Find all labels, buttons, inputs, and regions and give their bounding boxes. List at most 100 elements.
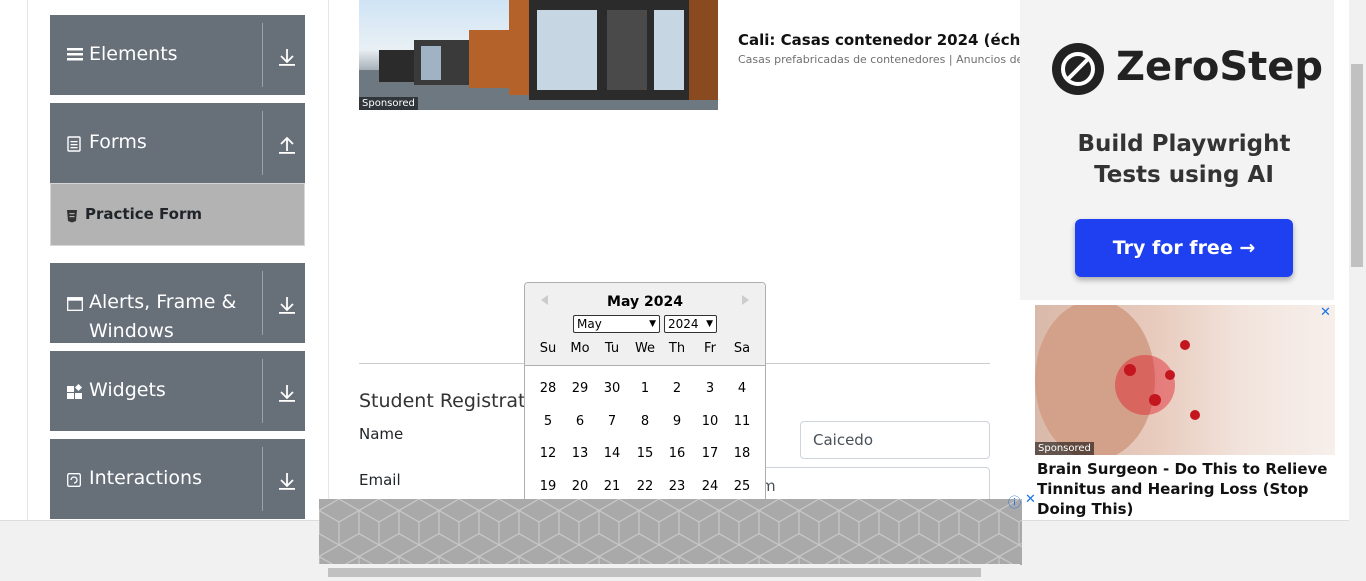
zerostep-logo-icon: [1052, 43, 1104, 95]
calendar-day[interactable]: 3: [694, 381, 726, 396]
sidebar-group-label: Alerts, Frame &: [89, 291, 237, 313]
chevron-down-icon: ▼: [649, 319, 656, 329]
calendar-day[interactable]: 7: [596, 414, 628, 429]
download-arrow-icon[interactable]: [278, 471, 296, 491]
calendar-day[interactable]: 28: [532, 381, 564, 396]
sidebar-item-practice-form[interactable]: Practice Form: [50, 183, 305, 246]
calendar-day[interactable]: 23: [661, 479, 693, 494]
download-arrow-icon[interactable]: [278, 383, 296, 403]
sidebar-border-right: [328, 0, 329, 520]
calendar-day[interactable]: 21: [596, 479, 628, 494]
divider: [262, 359, 263, 423]
name-label: Name: [359, 425, 404, 443]
download-arrow-icon[interactable]: [278, 47, 296, 67]
weekday-label: Fr: [704, 341, 716, 356]
widgets-icon: [67, 383, 83, 404]
info-icon[interactable]: ⓘ: [1008, 492, 1021, 511]
calendar-day[interactable]: 30: [596, 381, 628, 396]
year-select[interactable]: 2024 ▼: [664, 315, 717, 333]
sidebar-group-elements[interactable]: Elements: [50, 15, 305, 95]
month-select[interactable]: May ▼: [573, 315, 660, 333]
close-icon[interactable]: ✕: [1025, 492, 1036, 507]
last-name-input[interactable]: Caicedo: [800, 421, 990, 459]
sidebar-group-label: Widgets: [89, 379, 166, 401]
calendar-day[interactable]: 16: [661, 446, 693, 461]
sidebar-group-label: Interactions: [89, 467, 202, 489]
next-month-icon[interactable]: [742, 295, 749, 305]
divider: [262, 271, 263, 335]
calendar-day[interactable]: 17: [694, 446, 726, 461]
calendar-day[interactable]: 19: [532, 479, 564, 494]
ad-image[interactable]: Sponsored: [1035, 305, 1335, 455]
face-illustration: [1035, 305, 1200, 455]
sidebar-group-label-line2: Windows: [89, 320, 174, 342]
calendar-day[interactable]: 29: [564, 381, 596, 396]
calendar-day[interactable]: 18: [726, 446, 758, 461]
divider: [262, 447, 263, 511]
ad-subtitle[interactable]: Casas prefabricadas de contenedores | An…: [738, 53, 1020, 66]
calendar-day[interactable]: 8: [629, 414, 661, 429]
sidebar-group-forms[interactable]: Forms: [50, 103, 305, 183]
sidebar-item-label: Practice Form: [85, 205, 202, 223]
ad-title[interactable]: Brain Surgeon - Do This to Relieve Tinni…: [1037, 459, 1337, 519]
calendar-day[interactable]: 20: [564, 479, 596, 494]
upload-arrow-icon[interactable]: [278, 135, 296, 155]
sidebar-group-label: Elements: [89, 43, 178, 65]
sidebar-group-interactions[interactable]: Interactions: [50, 439, 305, 519]
calendar-day[interactable]: 11: [726, 414, 758, 429]
calendar-day[interactable]: 9: [661, 414, 693, 429]
sidebar-group-label: Forms: [89, 131, 147, 153]
ad-tagline: Build Playwright Tests using AI: [1034, 129, 1334, 191]
hamburger-icon: [67, 46, 83, 66]
try-for-free-button[interactable]: Try for free →: [1075, 219, 1293, 277]
weekday-label: We: [634, 341, 656, 356]
ad-title[interactable]: Cali: Casas contenedor 2024 (échale un v…: [738, 31, 1020, 49]
month-select-value: May: [577, 317, 602, 331]
ad-tagline-line1: Build Playwright: [1077, 131, 1291, 157]
horizontal-scrollbar[interactable]: [312, 564, 1020, 581]
calendar-day[interactable]: 14: [596, 446, 628, 461]
weekday-label: Sa: [733, 341, 751, 356]
calendar-day[interactable]: 6: [564, 414, 596, 429]
datepicker-header: May 2024 May ▼ 2024 ▼ Su Mo Tu We Th Fr Sa: [525, 283, 765, 366]
datepicker-current-month: May 2024: [607, 294, 683, 310]
close-icon[interactable]: ✕: [1320, 305, 1331, 320]
scrollbar-thumb[interactable]: [328, 568, 981, 577]
calendar-day[interactable]: 22: [629, 479, 661, 494]
calendar-day[interactable]: 12: [532, 446, 564, 461]
calendar-day[interactable]: 1: [629, 381, 661, 396]
calendar-day[interactable]: 24: [694, 479, 726, 494]
interactions-icon: [67, 472, 81, 491]
sidebar-group-widgets[interactable]: Widgets: [50, 351, 305, 431]
ad-image[interactable]: Sponsored: [359, 0, 718, 110]
calendar-day[interactable]: 25: [726, 479, 758, 494]
vertical-scrollbar[interactable]: [1349, 0, 1366, 581]
year-select-value: 2024: [668, 317, 699, 331]
container-house-illustration: [359, 0, 718, 110]
divider: [262, 111, 263, 175]
calendar-day[interactable]: 2: [661, 381, 693, 396]
calendar-day[interactable]: 15: [629, 446, 661, 461]
email-label: Email: [359, 471, 401, 489]
scrollbar-thumb[interactable]: [1351, 64, 1363, 267]
download-arrow-icon[interactable]: [278, 295, 296, 315]
sidebar-border-left: [27, 0, 28, 520]
calendar-day[interactable]: 4: [726, 381, 758, 396]
datepicker-popup[interactable]: May 2024 May ▼ 2024 ▼ Su Mo Tu We Th Fr Sa…: [524, 282, 766, 522]
weekday-label: Th: [668, 341, 686, 356]
sidebar-group-alerts[interactable]: Alerts, Frame & Windows: [50, 263, 305, 343]
ad-brand: ZeroStep: [1116, 44, 1324, 90]
html5-icon: [66, 208, 78, 227]
calendar-day[interactable]: 13: [564, 446, 596, 461]
bottom-banner-ad[interactable]: [319, 499, 1022, 565]
calendar-day[interactable]: 10: [694, 414, 726, 429]
weekday-label: Mo: [570, 341, 590, 356]
document-icon: [67, 136, 81, 156]
ad-tagline-line2: Tests using AI: [1094, 162, 1274, 188]
calendar-day[interactable]: 5: [532, 414, 564, 429]
hex-pattern: [319, 499, 1022, 565]
weekday-label: Tu: [604, 341, 620, 356]
chevron-down-icon: ▼: [706, 319, 713, 329]
weekday-label: Su: [539, 341, 557, 356]
window-icon: [67, 296, 83, 315]
